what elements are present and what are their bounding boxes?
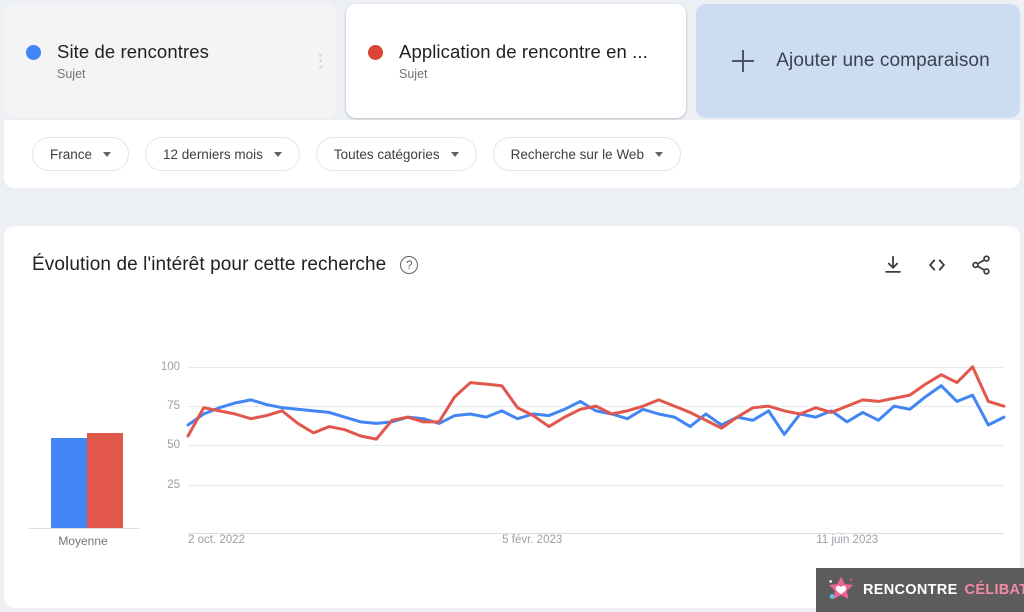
y-axis-tick-label: 25 (167, 478, 180, 491)
red-dot-icon (368, 44, 383, 60)
average-bar-series-2 (87, 433, 123, 528)
add-comparison-button[interactable]: Ajouter une comparaison (696, 4, 1020, 118)
chevron-down-icon (450, 151, 459, 157)
x-axis-tick-label: 2 oct. 2022 (188, 534, 245, 546)
comparison-card-1[interactable]: Site de rencontres Sujet (4, 4, 336, 118)
series-lines (188, 367, 1004, 439)
average-label: Moyenne (58, 534, 108, 548)
embed-code-icon[interactable] (926, 254, 948, 276)
chart-plot-area[interactable] (188, 348, 1004, 534)
watermark-text-secondary: CÉLIBATAIRE (964, 582, 1024, 598)
filter-search-type-label: Recherche sur le Web (510, 146, 644, 162)
average-bars-plot (22, 376, 144, 528)
filter-timerange[interactable]: 12 derniers mois (145, 137, 300, 171)
x-axis-tick-label: 11 juin 2023 (816, 534, 879, 546)
filter-category-label: Toutes catégories (333, 146, 440, 162)
comparison-card-1-label: Site de rencontres (57, 41, 209, 62)
share-icon[interactable] (970, 254, 992, 276)
comparison-card-2[interactable]: Application de rencontre en ... Sujet (346, 4, 686, 118)
chart-line-series-2 (188, 367, 1004, 439)
x-axis-tick-label: 5 févr. 2023 (502, 534, 563, 546)
comparison-card-2-label: Application de rencontre en ... (399, 41, 648, 62)
chart-header: Évolution de l'intérêt pour cette recher… (4, 226, 1020, 304)
download-icon[interactable] (882, 254, 904, 276)
watermark-text-primary: RENCONTRE (863, 582, 958, 598)
help-circle-icon[interactable]: ? (400, 256, 419, 274)
interest-over-time-card: Évolution de l'intérêt pour cette recher… (4, 226, 1020, 608)
add-comparison-label: Ajouter une comparaison (776, 50, 990, 71)
watermark: RENCONTRE CÉLIBATAIRE (816, 568, 1024, 612)
y-axis-tick-label: 50 (167, 439, 180, 452)
chart-line-series-1 (188, 386, 1004, 435)
blue-dot-icon (26, 44, 41, 60)
y-axis-labels: 100 75 50 25 (152, 348, 180, 524)
filter-location-label: France (50, 146, 93, 162)
average-bar-chart: Moyenne (22, 376, 144, 576)
y-axis-tick-label: 100 (160, 360, 180, 373)
chevron-down-icon (654, 151, 663, 157)
filter-category[interactable]: Toutes catégories (315, 137, 477, 171)
filter-bar: France 12 derniers mois Toutes catégorie… (4, 120, 1020, 188)
comparison-card-1-sublabel: Sujet (57, 67, 86, 81)
comparison-card-1-head: Site de rencontres (26, 41, 314, 63)
more-options-icon[interactable] (319, 53, 322, 69)
filter-location[interactable]: France (32, 137, 130, 171)
comparison-card-2-head: Application de rencontre en ... (368, 41, 664, 63)
star-heart-logo-icon (826, 575, 856, 605)
chart-actions (882, 254, 992, 276)
chart-series-svg (188, 348, 1004, 524)
filter-timerange-label: 12 derniers mois (163, 146, 263, 162)
chevron-down-icon (103, 151, 112, 157)
y-axis-tick-label: 75 (167, 400, 180, 413)
average-bar-series-1 (51, 438, 87, 528)
chevron-down-icon (273, 151, 282, 157)
plus-icon (732, 50, 755, 72)
x-axis-labels: 2 oct. 2022 5 févr. 2023 11 juin 2023 (188, 534, 1004, 554)
filter-search-type[interactable]: Recherche sur le Web (492, 137, 681, 171)
average-axis-line (29, 528, 139, 529)
google-trends-page: Site de rencontres Sujet Application de … (0, 0, 1024, 612)
page-title: Évolution de l'intérêt pour cette recher… (32, 254, 387, 275)
interest-over-time-chart: 100 75 50 25 2 oct. 2022 5 févr. 2023 11 juin… (152, 348, 1004, 568)
comparison-cards-row: Site de rencontres Sujet Application de … (0, 0, 1024, 118)
comparison-card-2-sublabel: Sujet (399, 67, 428, 81)
